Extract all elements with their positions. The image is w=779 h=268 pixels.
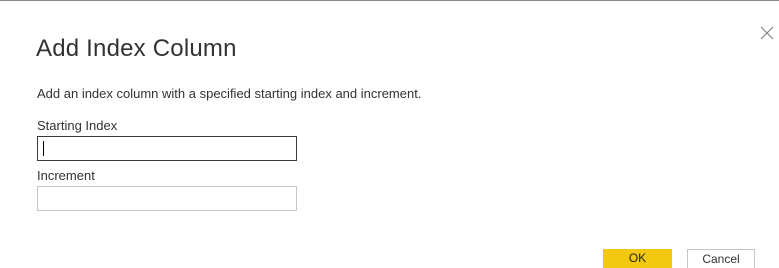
dialog-description: Add an index column with a specified sta…	[37, 86, 422, 101]
dialog-top-border	[0, 0, 779, 1]
close-icon	[760, 26, 774, 40]
add-index-column-dialog: Add Index Column Add an index column wit…	[0, 0, 779, 268]
starting-index-label: Starting Index	[37, 118, 118, 133]
ok-button[interactable]: OK	[603, 249, 672, 268]
close-button[interactable]	[760, 26, 774, 40]
increment-label: Increment	[37, 168, 95, 183]
cancel-button[interactable]: Cancel	[687, 249, 755, 268]
dialog-title: Add Index Column	[36, 35, 237, 62]
increment-input[interactable]	[37, 186, 297, 211]
starting-index-input[interactable]	[37, 136, 297, 161]
